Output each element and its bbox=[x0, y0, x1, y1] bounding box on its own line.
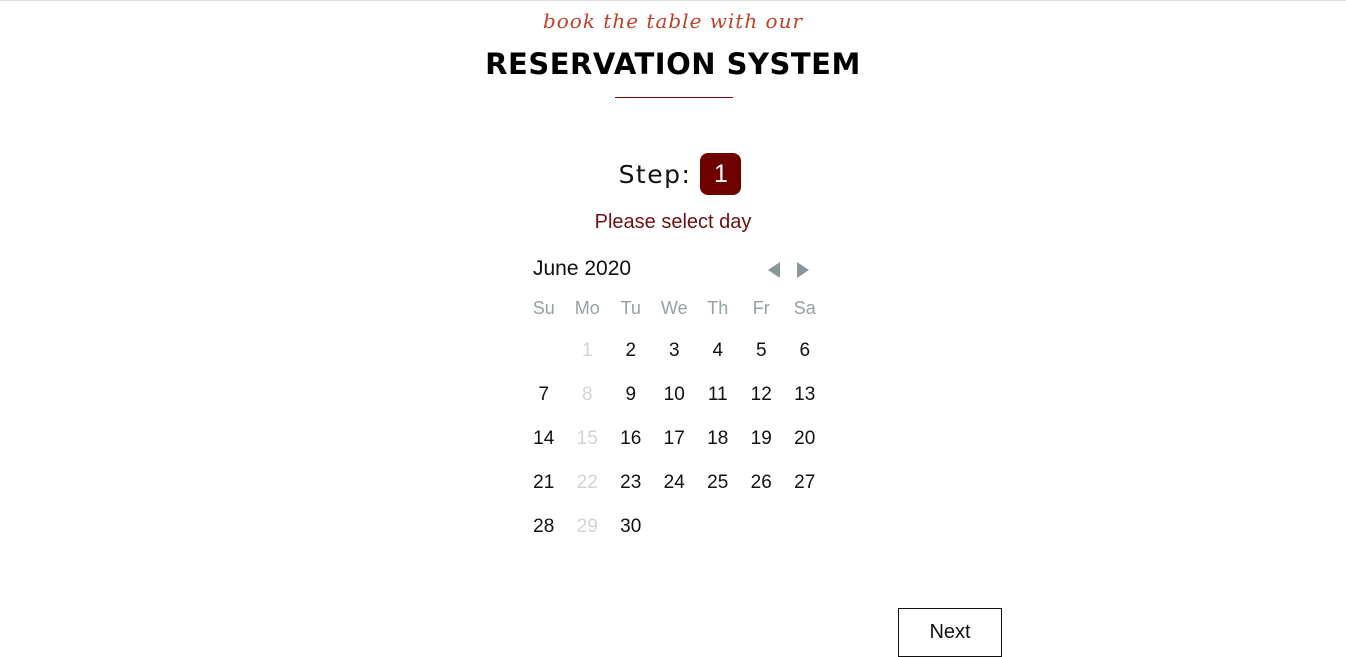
calendar-day[interactable]: 28 bbox=[522, 505, 566, 549]
calendar-day[interactable]: 14 bbox=[522, 417, 566, 461]
calendar-day[interactable]: 16 bbox=[609, 417, 653, 461]
calendar-empty-cell bbox=[740, 505, 784, 549]
page-title: RESERVATION SYSTEM bbox=[485, 47, 861, 81]
calendar-day-disabled: 1 bbox=[581, 340, 593, 361]
reservation-page: book the table with our RESERVATION SYST… bbox=[0, 0, 1346, 657]
calendar-header: June 2020 bbox=[522, 254, 827, 286]
weekday-label: Sa bbox=[793, 298, 816, 318]
calendar-week-row: 7 8 9 10 11 12 13 bbox=[522, 373, 827, 417]
triangle-right-icon bbox=[797, 262, 809, 278]
calendar-month-label: June 2020 bbox=[533, 257, 632, 280]
weekday-label: Th bbox=[707, 298, 729, 318]
calendar-day[interactable]: 19 bbox=[740, 417, 784, 461]
calendar-day[interactable]: 21 bbox=[522, 461, 566, 505]
title-divider bbox=[615, 97, 733, 98]
calendar-days-grid: 1 2 3 4 5 6 7 8 9 10 11 12 13 14 15 16 17 18 19 20 21 22 23 24 2… bbox=[522, 329, 827, 549]
calendar-day[interactable]: 2 bbox=[609, 329, 653, 373]
calendar-empty-cell bbox=[783, 505, 827, 549]
calendar-day[interactable]: 9 bbox=[609, 373, 653, 417]
calendar-week-row: 28 29 30 bbox=[522, 505, 827, 549]
tagline: book the table with our bbox=[542, 9, 804, 33]
calendar-day[interactable]: 13 bbox=[783, 373, 827, 417]
calendar-day[interactable]: 11 bbox=[696, 373, 740, 417]
calendar-week-row: 21 22 23 24 25 26 27 bbox=[522, 461, 827, 505]
calendar-empty-cell bbox=[522, 329, 566, 373]
calendar-week-row: 123456 bbox=[522, 329, 827, 373]
calendar-day[interactable]: 23 bbox=[609, 461, 653, 505]
calendar-day[interactable]: 30 bbox=[609, 505, 653, 549]
calendar-day-disabled: 15 bbox=[576, 428, 598, 449]
calendar-day[interactable]: 17 bbox=[653, 417, 697, 461]
weekday-label: Su bbox=[532, 298, 555, 318]
triangle-left-icon bbox=[768, 262, 780, 278]
weekday-label: Tu bbox=[620, 298, 641, 318]
calendar-day[interactable]: 24 bbox=[653, 461, 697, 505]
calendar-day[interactable]: 26 bbox=[740, 461, 784, 505]
calendar-day-disabled: 8 bbox=[581, 384, 593, 405]
instruction-text: Please select day bbox=[594, 211, 752, 233]
date-picker: June 2020 Su Mo Tu We Th Fr Sa 1 2 3 4 5 6 7 8 9 10 11 12… bbox=[522, 254, 827, 549]
weekday-label: We bbox=[660, 298, 688, 318]
calendar-day-disabled: 29 bbox=[576, 516, 598, 537]
next-button[interactable]: Next bbox=[898, 608, 1002, 657]
weekday-label: Mo bbox=[574, 298, 600, 318]
calendar-empty-cell bbox=[653, 505, 697, 549]
weekday-label: Fr bbox=[752, 298, 770, 318]
step-number-badge: 1 bbox=[700, 153, 742, 195]
calendar-day[interactable]: 25 bbox=[696, 461, 740, 505]
calendar-day[interactable]: 6 bbox=[783, 329, 827, 373]
next-month-button[interactable] bbox=[792, 260, 814, 280]
calendar-day[interactable]: 27 bbox=[783, 461, 827, 505]
calendar-day[interactable]: 3 bbox=[653, 329, 697, 373]
calendar-day[interactable]: 10 bbox=[653, 373, 697, 417]
previous-month-button[interactable] bbox=[763, 260, 785, 280]
calendar-empty-cell bbox=[696, 505, 740, 549]
calendar-day-disabled: 22 bbox=[576, 472, 598, 493]
calendar-week-row: 14 15 16 17 18 19 20 bbox=[522, 417, 827, 461]
calendar-day[interactable]: 4 bbox=[696, 329, 740, 373]
calendar-day[interactable]: 5 bbox=[740, 329, 784, 373]
step-label: Step: bbox=[618, 159, 692, 189]
calendar-day[interactable]: 7 bbox=[522, 373, 566, 417]
step-indicator: Step: 1 bbox=[0, 153, 1346, 195]
calendar-day[interactable]: 20 bbox=[783, 417, 827, 461]
calendar-day[interactable]: 12 bbox=[740, 373, 784, 417]
calendar-day[interactable]: 18 bbox=[696, 417, 740, 461]
weekday-header-row: Su Mo Tu We Th Fr Sa bbox=[522, 298, 827, 319]
